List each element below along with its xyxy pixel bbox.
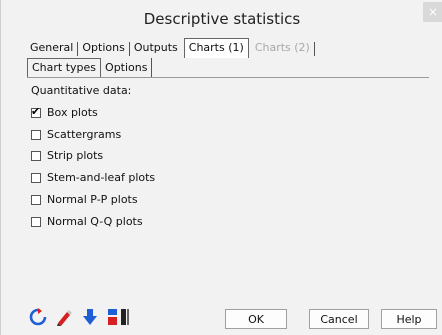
subtab-options[interactable]: Options [101, 58, 153, 77]
checkbox-unchecked-icon[interactable] [31, 150, 41, 161]
help-button[interactable]: Help [381, 309, 437, 329]
reset-icon[interactable] [29, 308, 47, 326]
checkbox-unchecked-icon[interactable] [31, 129, 41, 140]
pencil-icon[interactable] [55, 308, 73, 326]
checkbox-normal-qq-plots[interactable]: Normal Q-Q plots [31, 215, 143, 228]
cancel-button[interactable]: Cancel [309, 309, 369, 329]
close-button[interactable]: × [423, 2, 442, 22]
checkbox-unchecked-icon[interactable] [31, 172, 41, 183]
checkbox-strip-plots[interactable]: Strip plots [31, 149, 103, 162]
checkbox-box-plots[interactable]: Box plots [31, 105, 98, 119]
title-bar[interactable]: Descriptive statistics × [1, 0, 442, 36]
dialog-footer: OK Cancel Help [27, 303, 439, 333]
checkbox-label: Normal Q-Q plots [47, 215, 143, 228]
ok-button[interactable]: OK [225, 309, 287, 329]
checkbox-label: Box plots [47, 106, 98, 119]
tab-separator [313, 42, 315, 56]
sub-tabs: Chart types Options [27, 58, 153, 78]
checkbox-scattergrams[interactable]: Scattergrams [31, 128, 121, 141]
checkbox-unchecked-icon[interactable] [31, 194, 41, 205]
quantitative-data-label: Quantitative data: [31, 84, 132, 97]
checkbox-checked-icon[interactable] [31, 105, 41, 118]
checkbox-label: Normal P-P plots [47, 193, 138, 206]
tab-general[interactable]: General [26, 38, 77, 57]
checkbox-stem-and-leaf-plots[interactable]: Stem-and-leaf plots [31, 171, 155, 184]
checkbox-normal-pp-plots[interactable]: Normal P-P plots [31, 193, 138, 206]
checkbox-label: Stem-and-leaf plots [47, 171, 156, 184]
tab-outputs[interactable]: Outputs [130, 38, 182, 57]
subtab-chart-types[interactable]: Chart types [27, 58, 102, 78]
tab-charts-1[interactable]: Charts (1) [183, 38, 249, 58]
tab-options[interactable]: Options [78, 38, 128, 57]
checkbox-label: Strip plots [47, 149, 104, 162]
tab-charts-2: Charts (2) [254, 41, 310, 54]
selection-toggle-icon[interactable] [107, 308, 137, 326]
close-icon: × [427, 5, 439, 19]
dialog-window: Descriptive statistics × General Options… [0, 0, 442, 335]
checkbox-label: Scattergrams [47, 128, 122, 141]
checkbox-unchecked-icon[interactable] [31, 216, 41, 227]
dialog-title: Descriptive statistics [143, 10, 301, 28]
main-tabs: General Options Outputs Charts (1) Chart… [26, 38, 315, 58]
download-arrow-icon[interactable] [81, 308, 99, 326]
